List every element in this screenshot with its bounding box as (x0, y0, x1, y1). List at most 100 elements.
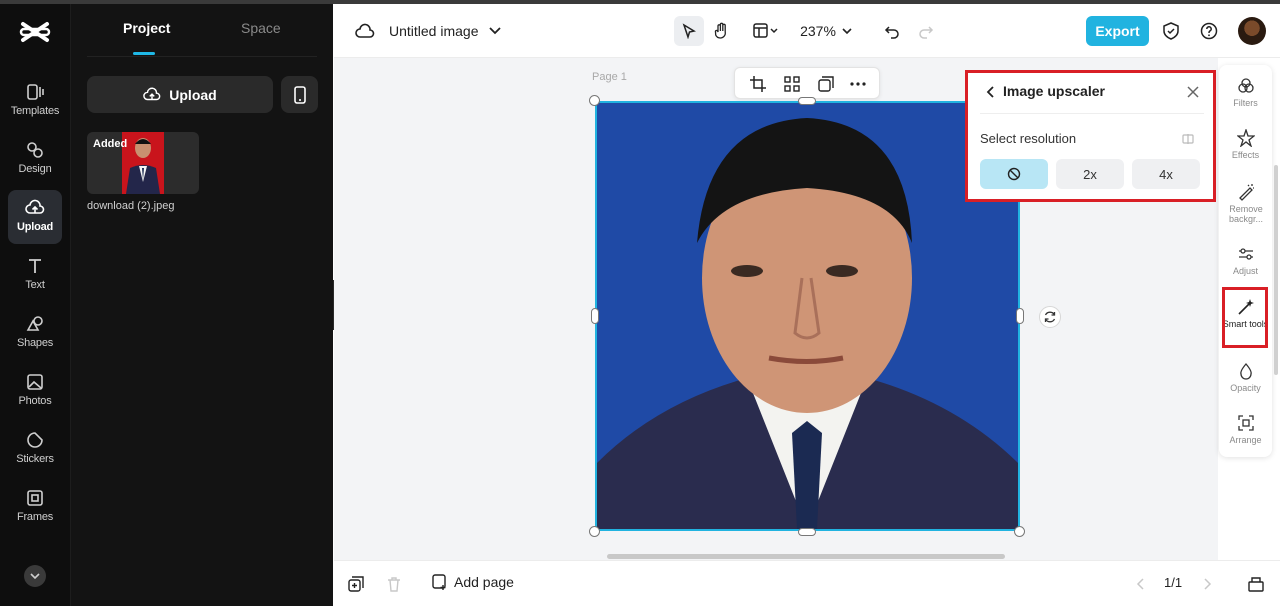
select-resolution-label: Select resolution (980, 131, 1077, 146)
rotate-icon (1043, 310, 1057, 324)
resize-handle[interactable] (1014, 526, 1025, 537)
rail-item-frames[interactable]: Frames (8, 480, 62, 534)
redo-icon (918, 23, 934, 39)
rail-item-text[interactable]: Text (8, 248, 62, 302)
export-button[interactable]: Export (1086, 16, 1149, 46)
tool-arrange[interactable]: Arrange (1219, 414, 1272, 445)
tool-filters[interactable]: Filters (1219, 77, 1272, 108)
tab-project[interactable]: Project (123, 20, 170, 36)
project-panel: Project Space Upload Added download (2).… (70, 4, 333, 606)
right-tools-panel: Filters Effects Remove backgr... Adjust … (1219, 65, 1272, 457)
layout-dropdown-button[interactable] (748, 16, 784, 46)
add-page-button[interactable]: Add page (432, 574, 514, 590)
upload-cloud-icon (143, 86, 161, 104)
page-counter: 1/1 (1164, 575, 1183, 590)
add-page-label: Add page (454, 574, 514, 590)
qr-code-icon[interactable] (783, 75, 801, 93)
arrange-icon (1237, 414, 1255, 432)
mobile-upload-button[interactable] (281, 76, 318, 113)
redo-button[interactable] (914, 16, 938, 46)
document-title[interactable]: Untitled image (389, 23, 479, 39)
tool-label: Filters (1233, 98, 1258, 108)
capcut-logo[interactable] (19, 20, 51, 44)
resize-handle[interactable] (591, 308, 599, 324)
upload-cloud-icon (25, 198, 45, 218)
cursor-arrow-icon (681, 23, 697, 39)
adjust-icon (1237, 245, 1255, 263)
none-icon (1007, 167, 1021, 181)
back-chevron-icon[interactable] (984, 85, 998, 99)
upload-button[interactable]: Upload (87, 76, 273, 113)
frames-icon (25, 488, 45, 508)
rail-item-photos[interactable]: Photos (8, 364, 62, 418)
rail-item-upload[interactable]: Upload (8, 190, 62, 244)
resize-handle[interactable] (798, 528, 816, 536)
top-toolbar: Untitled image 237% Export (334, 4, 1280, 58)
previous-page-icon[interactable] (1132, 569, 1148, 599)
resize-handle[interactable] (589, 526, 600, 537)
cloud-save-icon[interactable] (354, 16, 376, 46)
rail-item-templates[interactable]: Templates (8, 74, 62, 128)
effects-icon (1236, 129, 1255, 147)
next-page-icon[interactable] (1200, 569, 1216, 599)
stickers-icon (25, 430, 45, 450)
text-icon (25, 256, 45, 276)
left-nav-rail: Templates Design Upload Text Shapes Phot… (0, 4, 70, 606)
design-icon (25, 140, 45, 160)
opacity-icon (1237, 362, 1255, 380)
title-dropdown-chevron-icon[interactable] (486, 16, 504, 46)
rail-item-design[interactable]: Design (8, 132, 62, 186)
active-tab-indicator (133, 52, 155, 55)
vertical-scrollbar[interactable] (1274, 165, 1278, 375)
tool-adjust[interactable]: Adjust (1219, 245, 1272, 276)
image-upscaler-panel: Image upscaler Select resolution 2x 4x (965, 70, 1216, 202)
photos-icon (25, 372, 45, 392)
select-tool-button[interactable] (674, 16, 704, 46)
pages-panel-icon[interactable] (1246, 569, 1266, 599)
rail-more-button[interactable] (24, 565, 46, 587)
rail-label: Design (18, 163, 52, 175)
asset-photo (122, 132, 164, 194)
resolution-option-2x[interactable]: 2x (1056, 159, 1124, 189)
horizontal-scrollbar[interactable] (607, 554, 1005, 559)
more-options-icon[interactable] (849, 75, 867, 93)
rail-item-stickers[interactable]: Stickers (8, 422, 62, 476)
rail-item-shapes[interactable]: Shapes (8, 306, 62, 360)
add-page-icon (432, 574, 448, 590)
tool-effects[interactable]: Effects (1219, 129, 1272, 160)
zoom-dropdown[interactable]: 237% (796, 16, 856, 46)
resize-handle[interactable] (1016, 308, 1024, 324)
rail-label: Templates (10, 105, 60, 117)
resolution-option-none[interactable] (980, 159, 1048, 189)
help-icon[interactable] (1198, 16, 1220, 46)
rotate-handle[interactable] (1039, 306, 1061, 328)
user-avatar[interactable] (1238, 17, 1266, 45)
tab-space[interactable]: Space (241, 20, 281, 36)
resize-handle[interactable] (798, 97, 816, 105)
filters-icon (1237, 77, 1255, 95)
rail-label: Shapes (16, 337, 54, 349)
crop-icon[interactable] (749, 75, 767, 93)
asset-filename: download (2).jpeg (87, 200, 175, 212)
layout-icon (753, 23, 779, 39)
tool-label: Opacity (1230, 383, 1261, 393)
close-icon[interactable] (1185, 84, 1201, 100)
tool-remove-background[interactable]: Remove backgr... (1219, 183, 1272, 224)
page-duplicate-icon[interactable] (346, 569, 366, 599)
resize-handle[interactable] (589, 95, 600, 106)
undo-icon (884, 23, 900, 39)
upload-button-label: Upload (169, 86, 217, 103)
selected-photo[interactable] (595, 101, 1020, 531)
upscaler-title: Image upscaler (1003, 83, 1105, 99)
bottom-bar: Add page 1/1 (334, 560, 1280, 606)
hand-tool-button[interactable] (710, 16, 734, 46)
tool-opacity[interactable]: Opacity (1219, 362, 1272, 393)
undo-button[interactable] (880, 16, 904, 46)
compare-icon[interactable] (1181, 132, 1195, 146)
trash-icon[interactable] (384, 569, 404, 599)
shield-icon[interactable] (1160, 16, 1182, 46)
added-badge: Added (93, 138, 128, 150)
duplicate-icon[interactable] (817, 75, 835, 93)
resolution-option-4x[interactable]: 4x (1132, 159, 1200, 189)
asset-thumbnail[interactable]: Added (87, 132, 199, 194)
